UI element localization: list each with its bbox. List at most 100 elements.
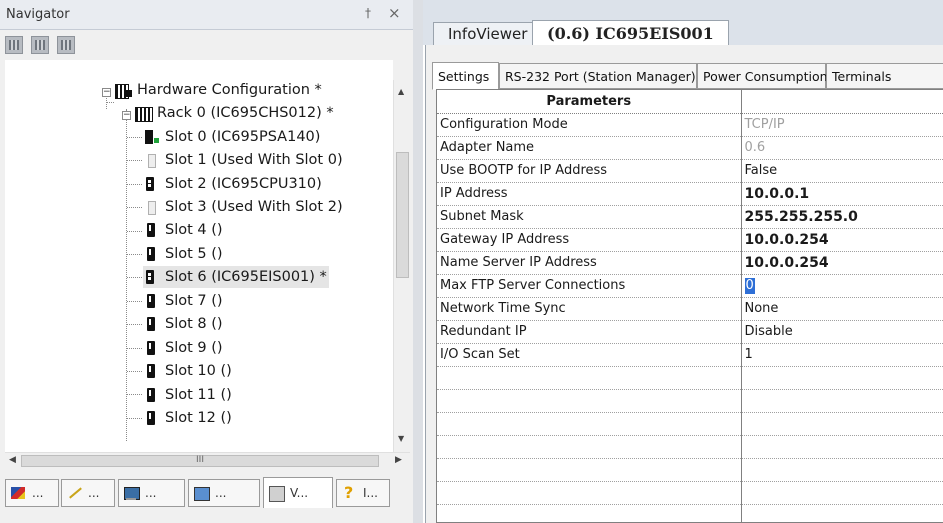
table-row[interactable]: Network Time Sync None	[437, 297, 943, 321]
table-row[interactable]: Subnet Mask 255.255.255.0	[437, 205, 943, 229]
tab-rs232-port[interactable]: RS-232 Port (Station Manager)	[499, 63, 697, 89]
table-row[interactable]: IP Address 10.0.0.1	[437, 182, 943, 206]
scroll-right-icon[interactable]: ▶	[395, 455, 402, 465]
table-row[interactable]: Max FTP Server Connections 0	[437, 274, 943, 298]
tab-variables[interactable]: V...	[263, 477, 333, 508]
tree-line	[127, 230, 142, 232]
panel-splitter[interactable]	[413, 0, 423, 523]
tree-node-label: Slot 12 ()	[165, 410, 232, 426]
tree-line	[127, 417, 142, 419]
table-row[interactable]: Redundant IP Disable	[437, 320, 943, 344]
tree-node-slot-1[interactable]: Slot 1 (Used With Slot 0)	[143, 149, 343, 171]
power-supply-icon	[143, 128, 159, 146]
tree-node-slot-12[interactable]: Slot 12 ()	[143, 407, 232, 429]
table-row[interactable]: Gateway IP Address 10.0.0.254	[437, 228, 943, 252]
param-value[interactable]: None	[741, 297, 943, 321]
table-row[interactable]: I/O Scan Set 1	[437, 343, 943, 367]
param-value[interactable]: Disable	[741, 320, 943, 344]
empty-cell	[741, 412, 943, 436]
param-name: Use BOOTP for IP Address	[437, 159, 742, 183]
tree-node-slot-6[interactable]: Slot 6 (IC695EIS001) *	[143, 266, 329, 288]
module-icon	[143, 221, 159, 239]
toolbar-icon-1[interactable]	[5, 36, 23, 54]
tree-node-slot-7[interactable]: Slot 7 ()	[143, 290, 223, 312]
scroll-left-icon[interactable]: ◀	[9, 455, 16, 465]
tree-line	[127, 137, 142, 138]
tab-label: I...	[363, 486, 378, 500]
empty-cell	[437, 366, 742, 390]
tab-settings[interactable]: Settings	[432, 62, 499, 90]
tab-wire[interactable]: ...	[61, 479, 115, 507]
toolbar-icon-3[interactable]	[57, 36, 75, 54]
empty-cell	[741, 458, 943, 482]
scroll-down-icon[interactable]: ▼	[398, 434, 404, 443]
tab-terminals[interactable]: Terminals	[826, 63, 943, 89]
toolbar-icon-2[interactable]	[31, 36, 49, 54]
tab-power-consumption[interactable]: Power Consumption	[697, 63, 828, 89]
hardware-config-icon	[115, 81, 132, 99]
tree-node-slot-5[interactable]: Slot 5 ()	[143, 243, 223, 265]
param-value[interactable]: 255.255.255.0	[741, 205, 943, 229]
empty-cell	[437, 435, 742, 459]
tree-node-slot-9[interactable]: Slot 9 ()	[143, 337, 223, 359]
param-name: Subnet Mask	[437, 205, 742, 229]
selected-value-input[interactable]: 0	[744, 277, 755, 294]
param-name: Name Server IP Address	[437, 251, 742, 275]
scroll-thumb[interactable]: III	[21, 455, 379, 467]
param-name: Network Time Sync	[437, 297, 742, 321]
tree-node-hardware-configuration[interactable]: Hardware Configuration *	[115, 79, 322, 101]
tab-network[interactable]: ...	[188, 479, 260, 507]
param-value[interactable]: 1	[741, 343, 943, 367]
navigator-bottom-tabs: ... ... ... ... V... I...	[5, 477, 405, 509]
tree-node-slot-4[interactable]: Slot 4 ()	[143, 219, 223, 241]
tree-node-rack-0[interactable]: Rack 0 (IC695CHS012) *	[135, 102, 334, 124]
param-value[interactable]: 10.0.0.1	[741, 182, 943, 206]
pin-icon[interactable]: †	[365, 6, 371, 20]
tree-node-slot-10[interactable]: Slot 10 ()	[143, 360, 232, 382]
tab-label: Terminals	[832, 68, 892, 84]
scroll-thumb[interactable]	[396, 152, 409, 278]
scroll-up-icon[interactable]: ▲	[398, 87, 404, 96]
tree-node-slot-3[interactable]: Slot 3 (Used With Slot 2)	[143, 196, 343, 218]
tree-line	[127, 300, 142, 302]
tree-node-slot-8[interactable]: Slot 8 ()	[143, 313, 223, 335]
tab-project[interactable]: ...	[5, 479, 59, 507]
tree-node-slot-0[interactable]: Slot 0 (IC695PSA140)	[143, 126, 320, 148]
param-value[interactable]: TCP/IP	[741, 113, 943, 137]
table-row[interactable]: Configuration Mode TCP/IP	[437, 113, 943, 137]
tree-line	[127, 183, 142, 185]
tree-node-label: Slot 2 (IC695CPU310)	[165, 176, 322, 192]
tree-node-slot-2[interactable]: Slot 2 (IC695CPU310)	[143, 173, 322, 195]
table-row[interactable]: Name Server IP Address 10.0.0.254	[437, 251, 943, 275]
param-name: Max FTP Server Connections	[437, 274, 742, 298]
tree-node-slot-11[interactable]: Slot 11 ()	[143, 384, 232, 406]
close-icon[interactable]: ×	[388, 4, 401, 22]
tree-node-label: Slot 4 ()	[165, 222, 223, 238]
tree-node-label: Rack 0 (IC695CHS012) *	[157, 105, 334, 121]
tree-line	[127, 371, 142, 372]
param-value[interactable]: 0.6	[741, 136, 943, 160]
empty-cell	[437, 481, 742, 505]
param-value[interactable]: False	[741, 159, 943, 183]
table-row[interactable]: Use BOOTP for IP Address False	[437, 159, 943, 183]
collapse-toggle[interactable]: −	[102, 88, 111, 97]
property-tabs: Settings RS-232 Port (Station Manager) P…	[432, 62, 943, 90]
tree-line	[106, 102, 114, 103]
param-value[interactable]: 10.0.0.254	[741, 251, 943, 275]
tab-infoviewer[interactable]: InfoViewer	[433, 22, 543, 45]
param-value-cell[interactable]: 0	[741, 274, 943, 298]
tab-label: ...	[32, 486, 44, 500]
table-row[interactable]: Adapter Name 0.6	[437, 136, 943, 160]
tab-ic695eis001[interactable]: (0.6) IC695EIS001	[532, 20, 729, 46]
tree-horizontal-scrollbar[interactable]: ◀ III ▶	[5, 452, 410, 469]
tab-label: ...	[88, 486, 100, 500]
navigator-panel: Navigator † × − Hardware Configuration *…	[0, 0, 413, 523]
param-value[interactable]: 10.0.0.254	[741, 228, 943, 252]
module-icon	[143, 315, 159, 333]
tree-vertical-scrollbar[interactable]: ▲ ▼	[393, 80, 410, 452]
tab-help[interactable]: I...	[336, 479, 390, 507]
help-icon	[341, 483, 359, 502]
collapse-toggle[interactable]: −	[122, 111, 131, 120]
empty-row	[437, 366, 943, 390]
tab-computer[interactable]: ...	[118, 479, 185, 507]
